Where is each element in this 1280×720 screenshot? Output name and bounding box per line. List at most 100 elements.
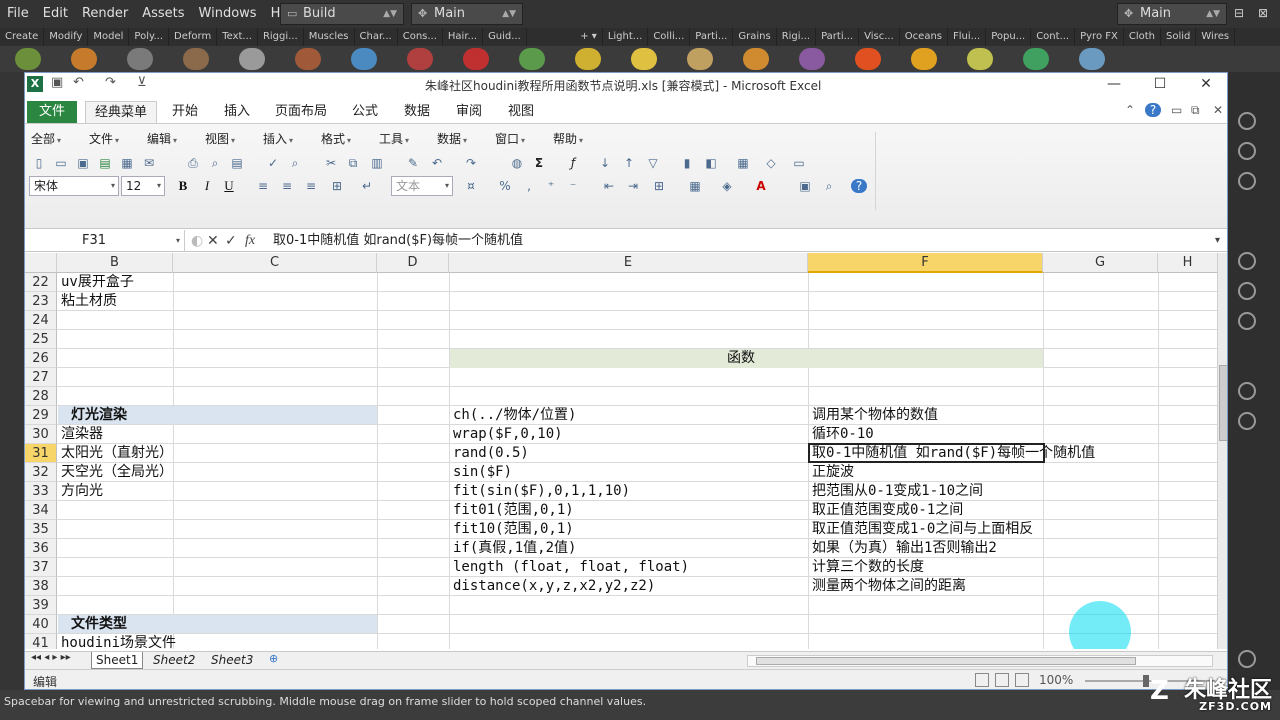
decrease-decimal-icon[interactable]: ⁻ — [565, 179, 581, 193]
shelf-tab[interactable]: Popu... — [986, 28, 1032, 46]
row-header[interactable]: 36 — [25, 539, 57, 558]
bold-button[interactable]: B — [175, 179, 191, 193]
row-header[interactable]: 27 — [25, 368, 57, 387]
shelf-tab[interactable]: Solid — [1161, 28, 1197, 46]
shelf-tool-icon[interactable] — [407, 48, 433, 70]
function-cell[interactable]: wrap($F,0,10) — [451, 425, 563, 444]
confirm-edit-icon[interactable]: ✓ — [225, 230, 237, 252]
shelf-tool-icon[interactable] — [631, 48, 657, 70]
tab-classic-menu[interactable]: 经典菜单 — [85, 101, 157, 123]
align-left-icon[interactable]: ≡ — [255, 179, 271, 193]
cell-b[interactable]: 粘土材质 — [59, 292, 117, 311]
chart-icon[interactable]: ▮ — [679, 156, 695, 170]
hyperlink-icon[interactable]: ◍ — [509, 156, 525, 170]
shelf-tool-icon[interactable] — [351, 48, 377, 70]
column-header[interactable]: B — [57, 253, 173, 273]
redo-icon[interactable]: ↷ — [463, 156, 479, 170]
row-header[interactable]: 38 — [25, 577, 57, 596]
network-combo[interactable]: ✥ Main ▲▼ — [411, 3, 523, 25]
shelf-tab[interactable]: Parti... — [690, 28, 734, 46]
menu-windows[interactable]: Windows — [192, 0, 264, 28]
desktop-combo[interactable]: ▭ Build ▲▼ — [280, 3, 404, 25]
column-header[interactable]: G — [1043, 253, 1158, 273]
research-icon[interactable]: ⌕ — [287, 156, 303, 170]
drawing-icon[interactable]: ◧ — [703, 156, 719, 170]
close-button[interactable]: ✕ — [1183, 73, 1227, 95]
spellcheck-icon[interactable]: ✓ — [265, 156, 281, 170]
borders-icon[interactable]: ⊞ — [651, 179, 667, 193]
row-header[interactable]: 34 — [25, 501, 57, 520]
shelf-tool-icon[interactable] — [1023, 48, 1049, 70]
row-header[interactable]: 35 — [25, 520, 57, 539]
menu-view[interactable]: 视图 ▾ — [205, 130, 235, 147]
shelf-tab[interactable]: Wires — [1196, 28, 1236, 46]
shelf-tool-icon[interactable] — [799, 48, 825, 70]
menu-insert[interactable]: 插入 ▾ — [263, 130, 293, 147]
column-header[interactable]: E — [449, 253, 808, 273]
shelf-tool-icon[interactable] — [855, 48, 881, 70]
menu-edit[interactable]: Edit — [36, 0, 75, 28]
shelf-tab[interactable]: Modify — [44, 28, 89, 46]
horizontal-scrollbar[interactable] — [747, 655, 1213, 667]
insert-sheet-icon[interactable]: ⊕ — [269, 652, 278, 665]
comma-button[interactable]: , — [521, 179, 537, 193]
menu-file[interactable]: 文件 ▾ — [89, 130, 119, 147]
copy-icon[interactable]: ⧉ — [345, 156, 361, 170]
font-name-select[interactable]: 宋体 ▾ — [29, 176, 119, 196]
doc-restore-icon[interactable]: ⧉ — [1191, 103, 1200, 118]
function-cell[interactable]: fit01(范围,0,1) — [451, 501, 574, 520]
menu-help[interactable]: 帮助 ▾ — [553, 130, 583, 147]
doc-close-icon[interactable]: ✕ — [1213, 103, 1223, 117]
name-box[interactable]: F31 ▾ — [25, 230, 185, 252]
shelf-tab[interactable]: Model — [88, 28, 130, 46]
zoom-icon[interactable]: ⌕ — [821, 179, 837, 193]
description-cell[interactable]: 测量两个物体之间的距离 — [810, 577, 966, 596]
description-cell[interactable]: 计算三个数的长度 — [810, 558, 924, 577]
open-icon[interactable]: ▭ — [53, 156, 69, 170]
description-cell[interactable]: 循环0-10 — [810, 425, 874, 444]
column-header[interactable]: D — [377, 253, 449, 273]
cell-b[interactable]: 渲染器 — [59, 425, 103, 444]
shelf-tab[interactable]: Oceans — [900, 28, 948, 46]
decrease-indent-icon[interactable]: ⇤ — [601, 179, 617, 193]
zoom-slider-knob[interactable] — [1143, 675, 1149, 687]
shelf-tab[interactable]: Rigi... — [777, 28, 817, 46]
shelf-tool-icon[interactable] — [743, 48, 769, 70]
row-header[interactable]: 22 — [25, 273, 57, 292]
shelf-tool-icon[interactable] — [519, 48, 545, 70]
pane-tool-icon[interactable] — [1238, 282, 1256, 300]
function-cell[interactable]: fit10(范围,0,1) — [451, 520, 574, 539]
filter-icon[interactable]: ▽ — [645, 156, 661, 170]
vertical-scroll-thumb[interactable] — [1219, 365, 1227, 441]
function-cell[interactable]: if(真假,1值,2值) — [451, 539, 576, 558]
pane-tool-icon[interactable] — [1238, 312, 1256, 330]
row-header[interactable]: 25 — [25, 330, 57, 349]
row-header[interactable]: 37 — [25, 558, 57, 577]
pane-tool-icon[interactable] — [1238, 252, 1256, 270]
shelf-tab[interactable]: Pyro FX — [1075, 28, 1124, 46]
shelf-tab[interactable]: Text... — [217, 28, 258, 46]
doc-minimize-icon[interactable]: ▭ — [1171, 103, 1182, 117]
shelf-tool-icon[interactable] — [967, 48, 993, 70]
zoom-level[interactable]: 100% — [1039, 673, 1073, 687]
function-cell[interactable]: distance(x,y,z,x2,y2,z2) — [451, 577, 655, 596]
pane-tool-icon[interactable] — [1238, 650, 1256, 668]
shelf-tab[interactable]: Parti... — [816, 28, 860, 46]
redo-icon[interactable]: ↷ — [105, 75, 116, 90]
menu-window[interactable]: 窗口 ▾ — [495, 130, 525, 147]
align-center-icon[interactable]: ≡ — [279, 179, 295, 193]
select-all-corner[interactable] — [25, 253, 57, 273]
currency-icon[interactable]: ¤ — [463, 179, 479, 193]
increase-indent-icon[interactable]: ⇥ — [625, 179, 641, 193]
pane-tool-icon[interactable] — [1238, 382, 1256, 400]
menu-data[interactable]: 数据 ▾ — [437, 130, 467, 147]
pane-tool-icon[interactable] — [1238, 172, 1256, 190]
row-header[interactable]: 40 — [25, 615, 57, 634]
shelf-tool-icon[interactable] — [15, 48, 41, 70]
tab-file[interactable]: 文件 — [27, 101, 77, 123]
pane-tool-icon[interactable] — [1238, 142, 1256, 160]
shelf-tool-icon[interactable] — [463, 48, 489, 70]
folder-icon[interactable]: ▭ — [791, 156, 807, 170]
undo-icon[interactable]: ↶ — [73, 75, 84, 90]
sheet-tab-sheet3[interactable]: Sheet3 — [207, 652, 257, 669]
